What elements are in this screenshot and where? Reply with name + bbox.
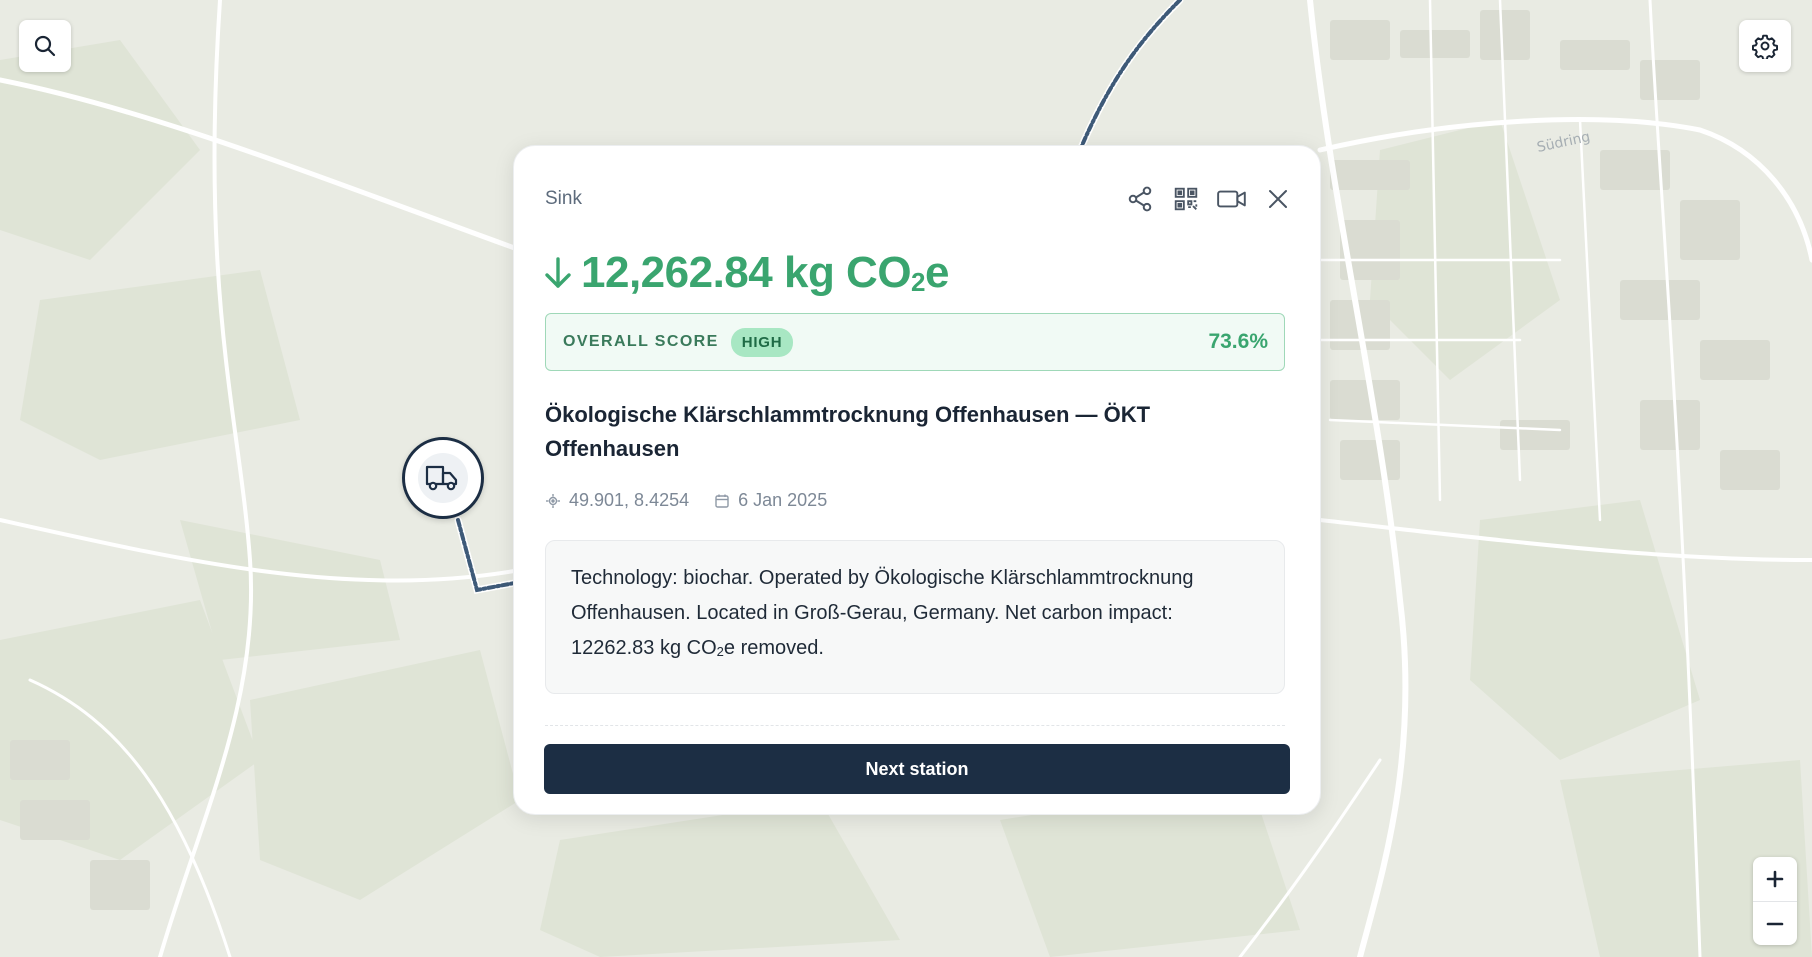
- search-icon: [34, 35, 56, 57]
- location-icon: [546, 493, 560, 508]
- share-icon: [1128, 186, 1152, 212]
- station-title: Ökologische Klärschlammtrocknung Offenha…: [545, 402, 1151, 461]
- marker-inner: [418, 453, 468, 503]
- gear-icon: [1752, 34, 1778, 59]
- arrow-down-icon: [545, 257, 571, 288]
- card-actions: [1124, 183, 1294, 215]
- search-button[interactable]: [19, 20, 71, 72]
- station-meta: 49.901, 8.4254 6 Jan 2025: [545, 490, 827, 511]
- minus-icon: [1766, 922, 1784, 926]
- card-type-label: Sink: [545, 188, 582, 209]
- score-label: OVERALL SCORE: [563, 333, 719, 350]
- zoom-in-button[interactable]: [1753, 857, 1797, 901]
- close-button[interactable]: [1262, 183, 1294, 215]
- card-divider: [545, 725, 1285, 726]
- close-icon: [1269, 190, 1287, 208]
- qr-code-icon: [1174, 187, 1198, 211]
- settings-button[interactable]: [1739, 20, 1791, 72]
- station-marker[interactable]: [402, 437, 484, 519]
- zoom-out-button[interactable]: [1753, 901, 1797, 945]
- station-card: Sink 12,262.84 kg CO2e OVERALL SCORE HIG…: [513, 145, 1321, 815]
- plus-icon: [1766, 870, 1784, 888]
- next-station-button[interactable]: Next station: [544, 744, 1290, 794]
- co2-impact: 12,262.84 kg CO2e: [543, 248, 949, 298]
- co2-value: 12,262.84 kg CO2e: [581, 248, 949, 297]
- overall-score-box: OVERALL SCORE HIGH 73.6%: [545, 313, 1285, 371]
- date-text: 6 Jan 2025: [738, 490, 828, 510]
- truck-icon: [425, 465, 458, 491]
- card-header: Sink: [545, 182, 1294, 216]
- coords-item: 49.901, 8.4254: [545, 490, 689, 511]
- qr-code-button[interactable]: [1170, 183, 1202, 215]
- coords-text: 49.901, 8.4254: [569, 490, 690, 510]
- video-button[interactable]: [1216, 183, 1248, 215]
- share-button[interactable]: [1124, 183, 1156, 215]
- video-icon: [1217, 190, 1246, 208]
- date-item: 6 Jan 2025: [714, 490, 827, 511]
- station-description: Technology: biochar. Operated by Ökologi…: [545, 540, 1285, 694]
- score-badge: HIGH: [730, 327, 794, 357]
- calendar-icon: [715, 494, 729, 508]
- zoom-controls: [1753, 857, 1797, 945]
- score-percent: 73.6%: [1208, 330, 1268, 353]
